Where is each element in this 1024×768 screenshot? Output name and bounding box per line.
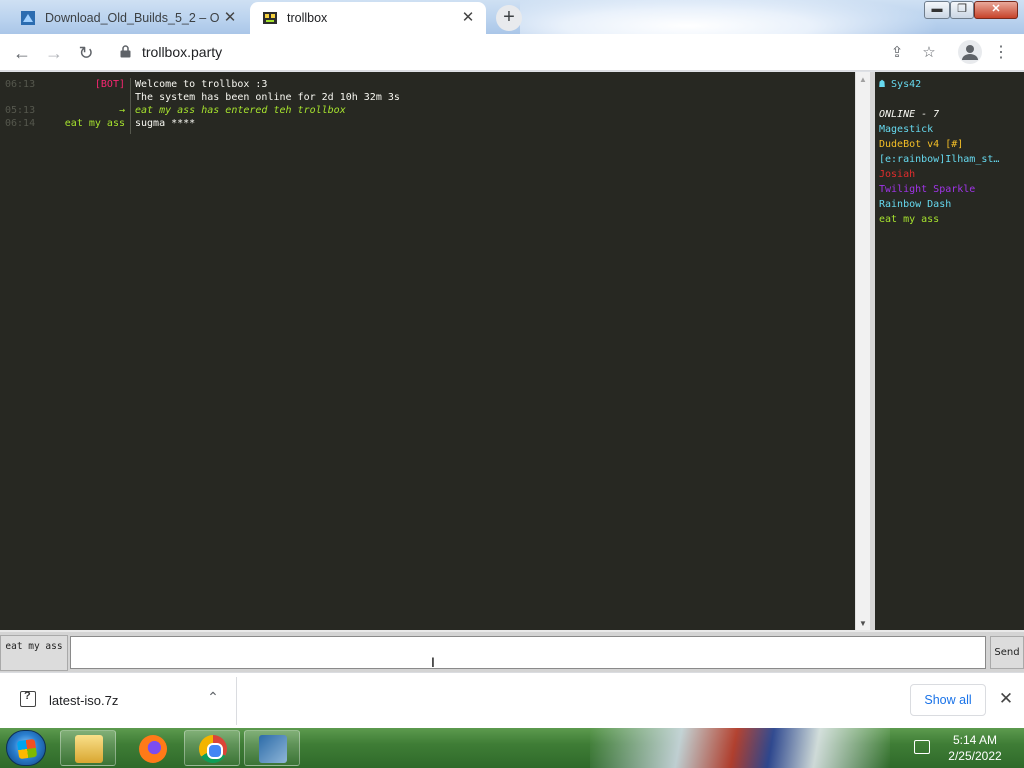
- firefox-icon: [139, 735, 167, 763]
- text-cursor-icon: I: [431, 654, 435, 670]
- taskbar-explorer[interactable]: [60, 730, 116, 766]
- oracle-favicon-icon: [21, 11, 35, 25]
- online-user[interactable]: Magestick: [879, 122, 1021, 137]
- start-button[interactable]: [6, 730, 46, 766]
- message-timestamp: 05:13: [5, 105, 36, 116]
- tab-trollbox[interactable]: trollbox ✕: [250, 2, 486, 34]
- chat-log: 06:13 [BOT] Welcome to trollbox :3 The syst…: [0, 72, 855, 630]
- back-button[interactable]: ←: [10, 41, 34, 65]
- chat-message: 06:14 eat my ass sugma ****: [0, 117, 855, 130]
- tab-oracle[interactable]: Download_Old_Builds_5_2 – Oracle ✕: [8, 2, 248, 34]
- url-text: trollbox.party: [142, 44, 223, 60]
- chrome-icon: [199, 735, 227, 763]
- windows-logo-icon: [16, 738, 38, 760]
- network-icon[interactable]: [914, 740, 930, 754]
- message-timestamp: 06:13: [5, 79, 36, 90]
- chat-input-bar: eat my ass Send: [0, 630, 1024, 672]
- online-user-list: ☗ Sys42 ONLINE - 7 Magestick DudeBot v4 […: [875, 72, 1024, 630]
- minimize-button[interactable]: ▬: [924, 1, 950, 19]
- nickname-button[interactable]: eat my ass: [0, 635, 68, 671]
- online-user[interactable]: DudeBot v4 [#]: [879, 137, 1021, 152]
- current-user[interactable]: ☗ Sys42: [879, 77, 1021, 92]
- chat-message: 06:13 [BOT] Welcome to trollbox :3: [0, 78, 855, 91]
- scroll-down-icon[interactable]: ▼: [859, 619, 867, 628]
- message-timestamp: 06:14: [5, 118, 36, 129]
- online-user[interactable]: [e:rainbow]Ilham_st…: [879, 152, 1021, 167]
- show-all-button[interactable]: Show all: [910, 684, 986, 716]
- taskbar-virtualbox[interactable]: [244, 730, 300, 766]
- tab-title: Download_Old_Builds_5_2 – Oracle: [45, 11, 220, 25]
- clock-time[interactable]: 5:14 AM: [936, 733, 1014, 747]
- chat-message: 05:13 → eat my ass has entered teh trollbo…: [0, 104, 855, 117]
- taskbar-firefox[interactable]: [124, 730, 180, 766]
- windows-taskbar: 5:14 AM 2/25/2022: [0, 728, 1024, 768]
- chat-message: The system has been online for 2d 10h 32…: [0, 91, 855, 104]
- download-file-name[interactable]: latest-iso.7z: [49, 693, 118, 708]
- online-user[interactable]: Josiah: [879, 167, 1021, 182]
- message-nick[interactable]: →: [119, 104, 125, 117]
- trollbox-favicon-icon: [263, 12, 277, 24]
- archive-file-icon: [20, 690, 36, 707]
- tab-title: trollbox: [287, 11, 328, 25]
- chevron-up-icon[interactable]: ⌃: [204, 689, 222, 707]
- clock-date[interactable]: 2/25/2022: [936, 749, 1014, 763]
- online-user[interactable]: Rainbow Dash: [879, 197, 1021, 212]
- address-bar[interactable]: trollbox.party: [106, 38, 956, 67]
- chat-message-input[interactable]: [70, 636, 986, 669]
- taskbar-chrome[interactable]: [184, 730, 240, 766]
- lock-icon: [120, 45, 131, 58]
- profile-icon[interactable]: [958, 40, 982, 64]
- message-nick[interactable]: [BOT]: [95, 78, 125, 91]
- close-shelf-icon[interactable]: ✕: [996, 689, 1016, 709]
- virtualbox-icon: [259, 735, 287, 763]
- divider: [236, 677, 237, 725]
- forward-button[interactable]: →: [42, 41, 66, 65]
- online-count: ONLINE - 7: [879, 109, 940, 120]
- share-icon[interactable]: ⇪: [886, 42, 908, 64]
- send-button[interactable]: Send: [990, 636, 1024, 669]
- message-text: eat my ass has entered teh trollbox: [135, 105, 346, 116]
- reload-button[interactable]: ↻: [74, 41, 98, 65]
- close-window-button[interactable]: ✕: [974, 1, 1018, 19]
- message-nick[interactable]: eat my ass: [65, 117, 125, 130]
- browser-toolbar: ← → ↻ trollbox.party ⇪ ☆ ⋮: [0, 34, 1024, 71]
- browser-menu-icon[interactable]: ⋮: [990, 42, 1012, 64]
- folder-icon: [75, 735, 103, 763]
- tab-close-icon[interactable]: ✕: [220, 8, 240, 28]
- maximize-button[interactable]: ❐: [950, 1, 974, 19]
- trollbox-page: 06:13 [BOT] Welcome to trollbox :3 The syst…: [0, 72, 1024, 672]
- online-user[interactable]: Twilight Sparkle: [879, 182, 1021, 197]
- new-tab-button[interactable]: +: [496, 5, 522, 31]
- chat-scrollbar[interactable]: ▲ ▼: [855, 72, 870, 630]
- message-text: Welcome to trollbox :3: [135, 79, 268, 90]
- tab-close-icon[interactable]: ✕: [458, 8, 478, 28]
- download-shelf: latest-iso.7z ⌃ Show all ✕: [0, 672, 1024, 728]
- message-text: The system has been online for 2d 10h 32…: [135, 92, 400, 103]
- tab-strip: Download_Old_Builds_5_2 – Oracle ✕ troll…: [0, 0, 1024, 34]
- bookmark-star-icon[interactable]: ☆: [918, 42, 940, 64]
- message-text: sugma ****: [135, 118, 196, 129]
- online-user[interactable]: eat my ass: [879, 212, 1021, 227]
- scroll-up-icon[interactable]: ▲: [859, 75, 867, 84]
